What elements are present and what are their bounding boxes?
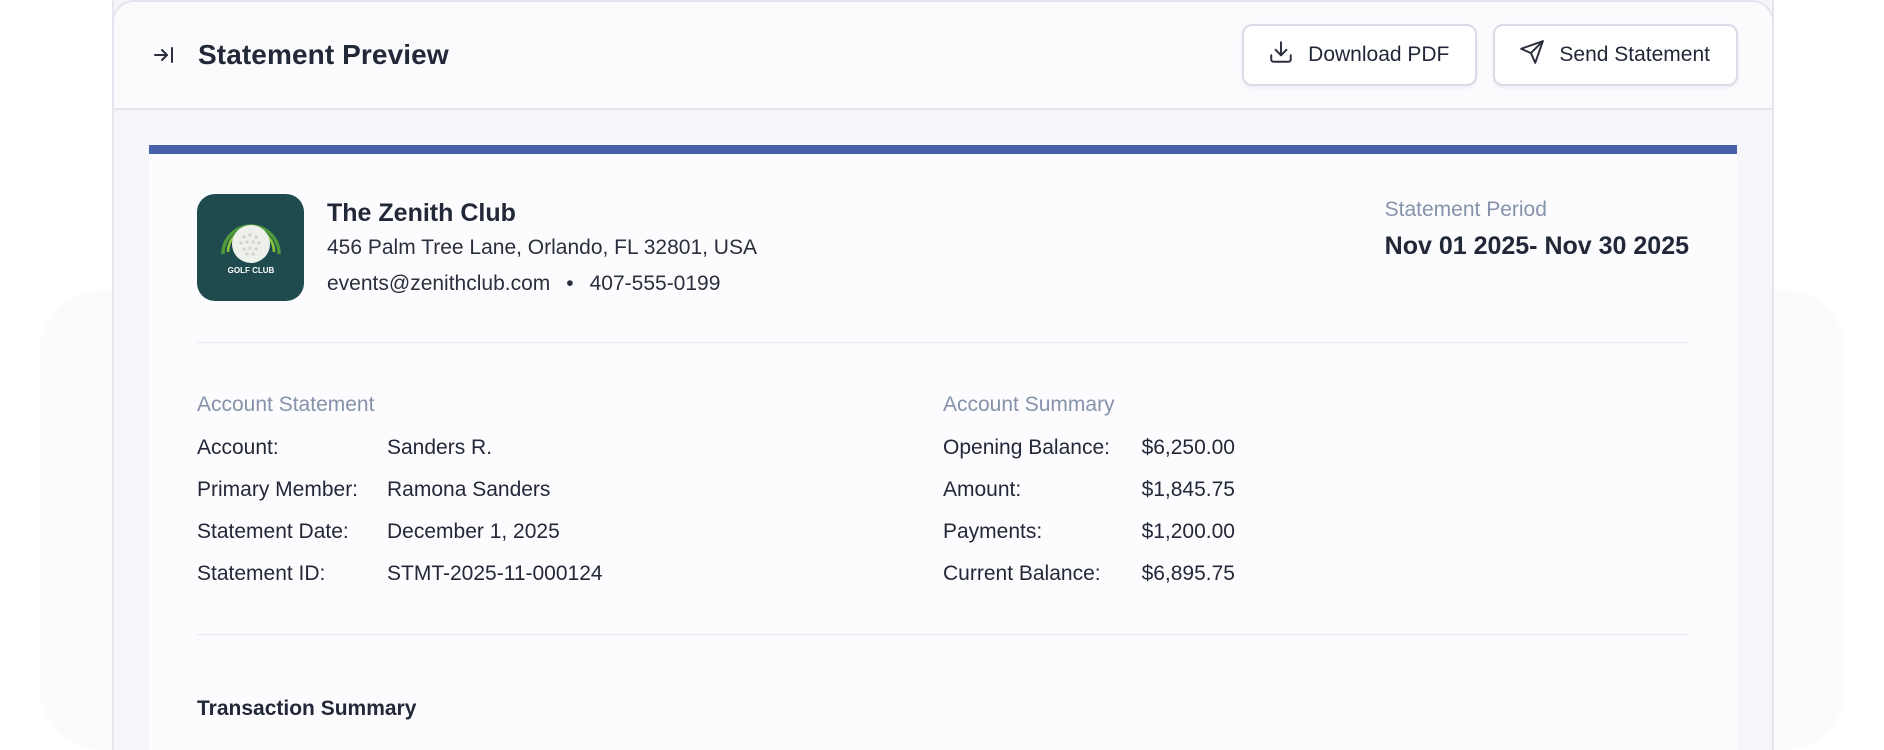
payments-row: Payments: $1,200.00	[943, 511, 1343, 553]
club-email: events@zenithclub.com	[327, 272, 551, 295]
field-label: Current Balance:	[943, 562, 1101, 585]
field-value: $6,895.75	[1141, 562, 1235, 585]
page-title: Statement Preview	[198, 39, 449, 70]
transaction-summary-title: Transaction Summary	[197, 697, 417, 720]
club-header: GOLF CLUB The Zenith Club 456 Palm Tree …	[197, 194, 1689, 310]
club-contact: events@zenithclub.com • 407-555-0199	[327, 266, 757, 302]
statement-period: Statement Period Nov 01 2025- Nov 30 202…	[1385, 194, 1689, 266]
send-statement-label: Send Statement	[1559, 43, 1710, 66]
club-phone: 407-555-0199	[589, 272, 721, 295]
send-statement-button[interactable]: Send Statement	[1493, 24, 1738, 86]
collapse-panel-icon[interactable]	[148, 39, 180, 71]
account-summary-title: Account Summary	[943, 393, 1115, 416]
contact-separator: •	[566, 272, 574, 295]
field-label: Primary Member:	[197, 478, 359, 501]
statement-period-value: Nov 01 2025- Nov 30 2025	[1384, 232, 1689, 260]
download-pdf-button[interactable]: Download PDF	[1242, 24, 1478, 86]
statement-date-row: Statement Date: December 1, 2025	[197, 511, 943, 553]
field-label: Statement Date:	[197, 520, 349, 543]
document-accent-bar	[149, 145, 1737, 154]
account-row: Account: Sanders R.	[197, 427, 943, 469]
field-label: Opening Balance:	[943, 436, 1110, 459]
club-name: The Zenith Club	[327, 199, 516, 227]
field-label: Amount:	[943, 478, 1022, 501]
field-value: STMT-2025-11-000124	[387, 562, 603, 585]
amount-row: Amount: $1,845.75	[943, 469, 1343, 511]
field-label: Statement ID:	[197, 562, 326, 585]
account-statement-section: Account Statement Account: Sanders R. Pr…	[197, 391, 943, 634]
statement-document: GOLF CLUB The Zenith Club 456 Palm Tree …	[149, 145, 1737, 750]
account-summary-section: Account Summary Opening Balance: $6,250.…	[943, 391, 1343, 634]
field-value: Ramona Sanders	[387, 478, 551, 501]
field-value: $1,845.75	[1141, 478, 1235, 501]
field-label: Payments:	[943, 520, 1043, 543]
current-balance-row: Current Balance: $6,895.75	[943, 553, 1343, 595]
field-value: $1,200.00	[1141, 520, 1235, 543]
download-pdf-label: Download PDF	[1308, 43, 1450, 66]
statement-details: Account Statement Account: Sanders R. Pr…	[197, 343, 1689, 634]
send-icon	[1519, 39, 1545, 71]
primary-member-row: Primary Member: Ramona Sanders	[197, 469, 943, 511]
field-value: Sanders R.	[387, 436, 493, 459]
field-label: Account:	[197, 436, 279, 459]
account-statement-title: Account Statement	[197, 393, 375, 416]
golf-ball-logo-icon: GOLF CLUB	[197, 194, 304, 301]
svg-text:GOLF CLUB: GOLF CLUB	[227, 266, 274, 275]
header-actions: Download PDF Send Statement	[1242, 24, 1738, 86]
statement-period-label: Statement Period	[1384, 198, 1547, 221]
download-icon	[1268, 39, 1294, 71]
field-value: December 1, 2025	[387, 520, 560, 543]
statement-id-row: Statement ID: STMT-2025-11-000124	[197, 553, 943, 595]
field-value: $6,250.00	[1141, 436, 1235, 459]
opening-balance-row: Opening Balance: $6,250.00	[943, 427, 1343, 469]
panel-header: Statement Preview Download PDF Send Stat…	[112, 0, 1774, 110]
club-address: 456 Palm Tree Lane, Orlando, FL 32801, U…	[327, 236, 757, 259]
